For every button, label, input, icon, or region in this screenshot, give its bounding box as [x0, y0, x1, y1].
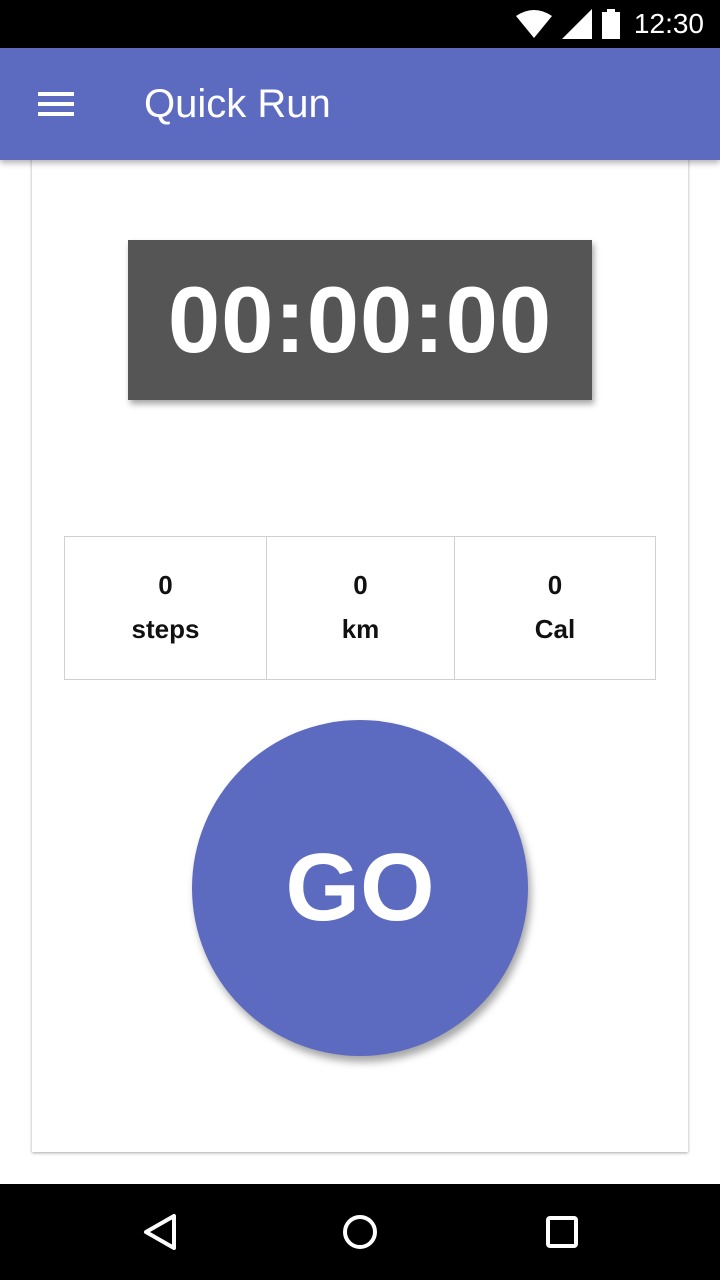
- stat-steps: 0 steps: [64, 537, 266, 679]
- distance-value: 0: [353, 570, 368, 600]
- timer-text: 00:00:00: [167, 267, 553, 372]
- stat-distance: 0 km: [266, 537, 454, 679]
- back-icon[interactable]: [140, 1212, 180, 1252]
- stats-table: 0 steps 0 km 0 Cal: [64, 536, 656, 680]
- distance-label: km: [341, 614, 380, 644]
- stat-calories: 0 Cal: [454, 537, 656, 679]
- menu-icon[interactable]: [38, 92, 74, 116]
- go-button[interactable]: GO: [192, 720, 528, 1056]
- main-card: 00:00:00 0 steps 0 km 0 Cal GO: [32, 120, 688, 1152]
- app-title: Quick Run: [144, 82, 331, 126]
- signal-icon: [561, 9, 592, 39]
- timer-display: 00:00:00: [128, 240, 592, 400]
- navigation-bar: [0, 1184, 720, 1280]
- wifi-icon: [515, 10, 552, 38]
- status-time: 12:30: [633, 8, 704, 39]
- steps-label: steps: [131, 614, 200, 644]
- calories-label: Cal: [534, 614, 576, 644]
- home-icon[interactable]: [340, 1212, 380, 1252]
- go-label: GO: [285, 834, 435, 941]
- recents-icon[interactable]: [542, 1212, 582, 1252]
- app-bar: Quick Run: [0, 48, 720, 160]
- battery-icon: [601, 9, 620, 39]
- status-bar: 12:30: [0, 0, 720, 48]
- steps-value: 0: [158, 570, 173, 600]
- calories-value: 0: [547, 570, 563, 600]
- status-icons: 12:30: [515, 0, 704, 48]
